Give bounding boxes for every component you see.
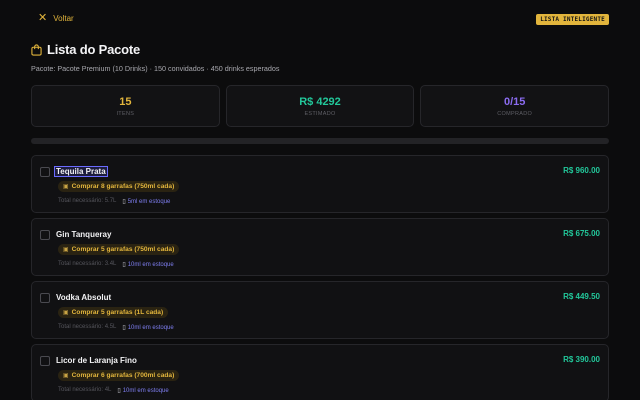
document-icon: ▯ (122, 262, 126, 268)
buy-label: Comprar 5 garrafas (1L cada) (71, 309, 164, 316)
total-needed: Total necessário: 3.4L (58, 261, 117, 267)
box-icon: ▣ (63, 247, 69, 253)
smart-list-badge: LISTA INTELIGENTE (536, 14, 609, 25)
package-summary: Pacote: Pacote Premium (10 Drinks) · 150… (31, 64, 280, 73)
buy-label: Comprar 5 garrafas (750ml cada) (71, 246, 175, 253)
total-needed: Total necessário: 4L (58, 387, 112, 393)
item-name: Gin Tanqueray (56, 230, 112, 239)
buy-tag: ▣ Comprar 8 garrafas (750ml cada) (58, 181, 180, 192)
box-icon: ▣ (63, 373, 69, 379)
page-title: Lista do Pacote (47, 42, 141, 57)
stock-info: ▯ 5ml em estoque (122, 198, 171, 206)
list-item[interactable]: Gin Tanqueray R$ 675.00 ▣ Comprar 5 garra… (31, 218, 609, 276)
title-row: Lista do Pacote (31, 42, 140, 57)
back-button[interactable]: ✕ Voltar (38, 12, 74, 24)
item-checkbox[interactable] (40, 293, 50, 303)
stat-card-purchased: 0/15 COMPRADO (420, 85, 610, 127)
item-checkbox[interactable] (40, 167, 50, 177)
item-name: Licor de Laranja Fino (56, 356, 137, 365)
stock-info: ▯ 10ml em estoque (122, 324, 174, 332)
box-icon: ▣ (63, 310, 69, 316)
stat-value: 0/15 (503, 95, 526, 108)
item-meta: Total necessário: 5.7L ▯ 5ml em estoque (58, 198, 170, 205)
stock-info: ▯ 10ml em estoque (122, 261, 174, 269)
item-price: R$ 390.00 (563, 355, 600, 364)
stock-info: ▯ 10ml em estoque (117, 387, 169, 395)
list-item[interactable]: Tequila Prata R$ 960.00 ▣ Comprar 8 garra… (31, 155, 609, 213)
total-needed: Total necessário: 5.7L (58, 198, 117, 204)
item-meta: Total necessário: 3.4L ▯ 10ml em estoque (58, 261, 174, 268)
item-name: Tequila Prata (54, 166, 108, 177)
back-label: Voltar (53, 13, 74, 23)
stats-row: 15 ITENS R$ 4292 ESTIMADO 0/15 COMPRADO (31, 85, 610, 127)
buy-label: Comprar 8 garrafas (750ml cada) (71, 183, 175, 190)
item-price: R$ 449.50 (563, 292, 600, 301)
stock-label: 10ml em estoque (127, 324, 174, 331)
shopping-bag-icon (31, 43, 42, 56)
item-meta: Total necessário: 4L ▯ 10ml em estoque (58, 387, 169, 394)
stock-label: 10ml em estoque (127, 261, 174, 268)
box-icon: ▣ (63, 184, 69, 190)
stat-card-estimated: R$ 4292 ESTIMADO (225, 85, 415, 127)
top-bar: ✕ Voltar LISTA INTELIGENTE (0, 0, 640, 38)
shopping-list: Tequila Prata R$ 960.00 ▣ Comprar 8 garra… (31, 155, 609, 400)
document-icon: ▯ (122, 199, 126, 205)
stat-label: ITENS (116, 110, 135, 117)
buy-label: Comprar 6 garrafas (700ml cada) (71, 372, 175, 379)
buy-tag: ▣ Comprar 6 garrafas (700ml cada) (58, 370, 180, 381)
buy-tag: ▣ Comprar 5 garrafas (750ml cada) (58, 244, 180, 255)
stock-label: 5ml em estoque (127, 198, 171, 205)
item-name: Vodka Absolut (56, 293, 112, 302)
document-icon: ▯ (122, 325, 126, 331)
buy-tag: ▣ Comprar 5 garrafas (1L cada) (58, 307, 169, 318)
stat-label: ESTIMADO (304, 110, 336, 117)
document-icon: ▯ (117, 388, 121, 394)
item-checkbox[interactable] (40, 356, 50, 366)
stat-value: 15 (119, 95, 132, 108)
item-price: R$ 675.00 (563, 229, 600, 238)
stat-label: COMPRADO (497, 110, 533, 117)
item-price: R$ 960.00 (563, 166, 600, 175)
stat-value: R$ 4292 (299, 95, 341, 108)
stock-label: 10ml em estoque (122, 387, 169, 394)
close-icon: ✕ (38, 12, 48, 24)
stat-card-items: 15 ITENS (31, 85, 220, 127)
purchase-progress-bar (31, 138, 609, 144)
list-item[interactable]: Vodka Absolut R$ 449.50 ▣ Comprar 5 garra… (31, 281, 609, 339)
total-needed: Total necessário: 4.5L (58, 324, 117, 330)
item-meta: Total necessário: 4.5L ▯ 10ml em estoque (58, 324, 174, 331)
list-item[interactable]: Licor de Laranja Fino R$ 390.00 ▣ Comprar… (31, 344, 609, 400)
item-checkbox[interactable] (40, 230, 50, 240)
